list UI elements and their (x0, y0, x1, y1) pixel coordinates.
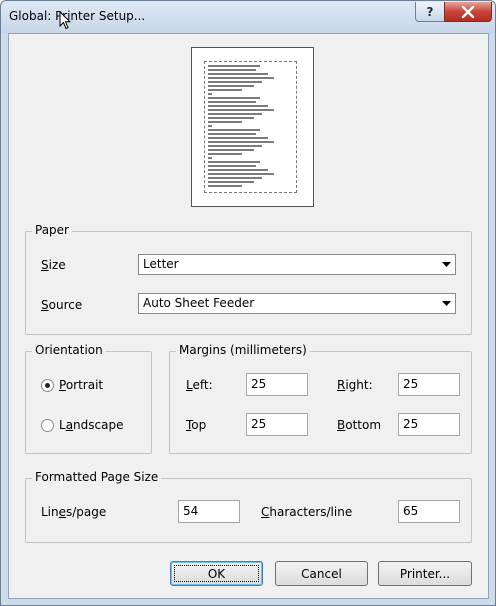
mouse-cursor-icon (59, 11, 71, 30)
preview-text-line (208, 141, 274, 143)
preview-text-line (208, 153, 242, 155)
preview-text-line (208, 125, 212, 127)
size-label: Size (41, 258, 66, 272)
preview-text-line (208, 77, 274, 79)
landscape-radio[interactable] (41, 419, 54, 432)
bottom-margin-input[interactable]: 25 (398, 413, 460, 436)
source-value: Auto Sheet Feeder (143, 296, 255, 310)
help-button[interactable]: ? (415, 2, 445, 22)
margins-group: Margins (millimeters) Left: 25 Right: 25… (169, 343, 472, 454)
bottom-margin-label: Bottom (337, 418, 382, 432)
chevron-down-icon[interactable] (438, 295, 454, 312)
lines-per-page-label: Lines/page (41, 505, 107, 519)
size-select[interactable]: Letter (138, 254, 456, 275)
orientation-group: Orientation Portrait Landscape (25, 343, 152, 454)
characters-per-line-label: Characters/line (261, 505, 353, 519)
preview-text-line (208, 129, 260, 131)
right-margin-label: Right: (337, 378, 373, 392)
close-icon (461, 5, 475, 18)
left-margin-input[interactable]: 25 (246, 373, 308, 396)
lines-per-page-input[interactable]: 54 (178, 500, 240, 523)
preview-text-line (208, 93, 212, 95)
radio-selected-dot (45, 383, 50, 388)
cancel-button[interactable]: Cancel (275, 561, 368, 586)
preview-text-line (208, 185, 242, 187)
printable-area (204, 61, 297, 193)
portrait-radio[interactable] (41, 379, 54, 392)
preview-text-line (208, 81, 262, 83)
paper-group: Paper Size Letter Source Auto Sheet Feed… (25, 223, 472, 335)
preview-text-line (208, 113, 262, 115)
preview-text-line (208, 149, 254, 151)
preview-text-line (208, 161, 260, 163)
orientation-legend: Orientation (32, 343, 106, 357)
formatted-legend: Formatted Page Size (32, 470, 162, 484)
preview-text-line (208, 73, 268, 75)
help-icon: ? (426, 4, 434, 19)
close-button[interactable] (444, 2, 492, 22)
source-label: Source (41, 298, 83, 312)
portrait-label[interactable]: Portrait (59, 378, 103, 392)
size-value: Letter (143, 257, 179, 271)
preview-text-line (208, 121, 242, 123)
preview-text-line (208, 117, 254, 119)
preview-text-line (208, 137, 268, 139)
preview-text-line (208, 177, 262, 179)
chevron-down-icon[interactable] (438, 256, 454, 273)
right-margin-input[interactable]: 25 (398, 373, 460, 396)
preview-text-line (208, 165, 256, 167)
preview-text-line (208, 173, 274, 175)
window-title: Global: Printer Setup... (9, 9, 146, 23)
printer-button[interactable]: Printer... (378, 561, 472, 586)
preview-text-line (208, 85, 254, 87)
formatted-page-size-group: Formatted Page Size Lines/page 54 Charac… (25, 470, 472, 543)
paper-legend: Paper (32, 223, 72, 237)
printer-setup-dialog: Global: Printer Setup... ? Paper Size Le… (0, 0, 496, 606)
focus-rectangle (174, 565, 259, 582)
preview-text-line (208, 133, 256, 135)
preview-text-line (208, 181, 254, 183)
top-margin-input[interactable]: 25 (246, 413, 308, 436)
preview-text-line (208, 169, 268, 171)
preview-text-line (208, 101, 256, 103)
source-select[interactable]: Auto Sheet Feeder (138, 293, 456, 314)
landscape-label[interactable]: Landscape (59, 418, 123, 432)
preview-text-line (208, 97, 260, 99)
preview-text-line (208, 65, 260, 67)
top-margin-label: Top (186, 418, 207, 432)
ok-button[interactable]: OK (170, 561, 263, 586)
dialog-body: Paper Size Letter Source Auto Sheet Feed… (8, 33, 489, 599)
preview-text-line (208, 109, 274, 111)
preview-text-line (208, 145, 262, 147)
title-bar[interactable]: Global: Printer Setup... ? (1, 1, 495, 33)
preview-text-line (208, 157, 212, 159)
preview-text-line (208, 69, 256, 71)
preview-text-line (208, 89, 242, 91)
margins-legend: Margins (millimeters) (176, 343, 310, 357)
preview-text-line (208, 105, 268, 107)
characters-per-line-input[interactable]: 65 (398, 500, 460, 523)
left-margin-label: Left: (186, 378, 213, 392)
page-preview (191, 47, 314, 207)
